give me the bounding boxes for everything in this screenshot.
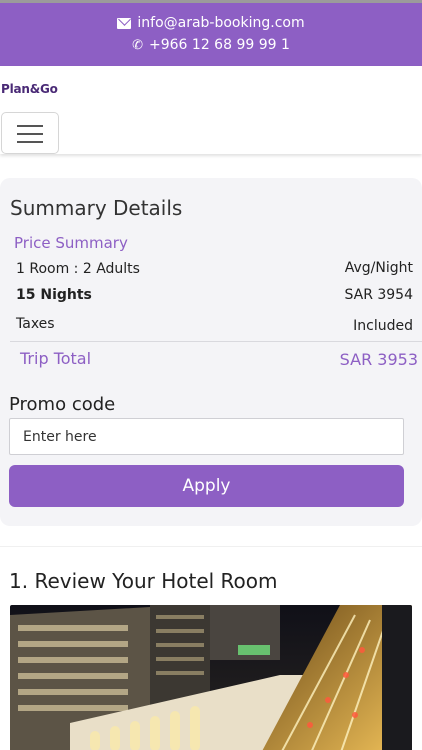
hamburger-line	[17, 125, 43, 127]
hamburger-line	[17, 141, 43, 143]
contact-bar: info@arab-booking.com ✆ +966 12 68 99 99…	[0, 0, 422, 66]
avg-night-label: Avg/Night	[344, 260, 413, 276]
site-logo[interactable]: Plan&Go	[1, 82, 58, 96]
rooms-adults-text: 1 Room : 2 Adults	[16, 261, 140, 277]
summary-title: Summary Details	[10, 196, 183, 220]
envelope-icon	[117, 17, 132, 29]
nightly-price: SAR 3954	[344, 287, 413, 303]
hotel-room-image	[10, 605, 412, 750]
price-summary-label: Price Summary	[14, 234, 128, 252]
trip-total-value: SAR 3953	[339, 350, 418, 369]
apply-button[interactable]: Apply	[9, 465, 404, 507]
navbar: Plan&Go	[0, 66, 422, 154]
email-text[interactable]: info@arab-booking.com	[137, 15, 304, 31]
phone-text[interactable]: +966 12 68 99 99 1	[149, 37, 290, 53]
email-row[interactable]: info@arab-booking.com	[0, 15, 422, 31]
promo-code-input[interactable]	[9, 418, 404, 455]
nights-text: 15 Nights	[16, 287, 92, 303]
phone-row[interactable]: ✆ +966 12 68 99 99 1	[0, 37, 422, 53]
review-hotel-section: 1. Review Your Hotel Room	[0, 546, 422, 750]
review-title: 1. Review Your Hotel Room	[9, 569, 278, 593]
taxes-value: Included	[353, 318, 413, 334]
taxes-label: Taxes	[16, 316, 55, 332]
summary-divider	[10, 341, 422, 342]
promo-code-label: Promo code	[9, 394, 116, 415]
summary-card: Summary Details Price Summary 1 Room : 2…	[0, 178, 422, 526]
phone-icon: ✆	[132, 37, 144, 53]
hamburger-menu-button[interactable]	[1, 112, 59, 154]
trip-total-label: Trip Total	[20, 349, 92, 368]
hamburger-line	[17, 133, 43, 135]
